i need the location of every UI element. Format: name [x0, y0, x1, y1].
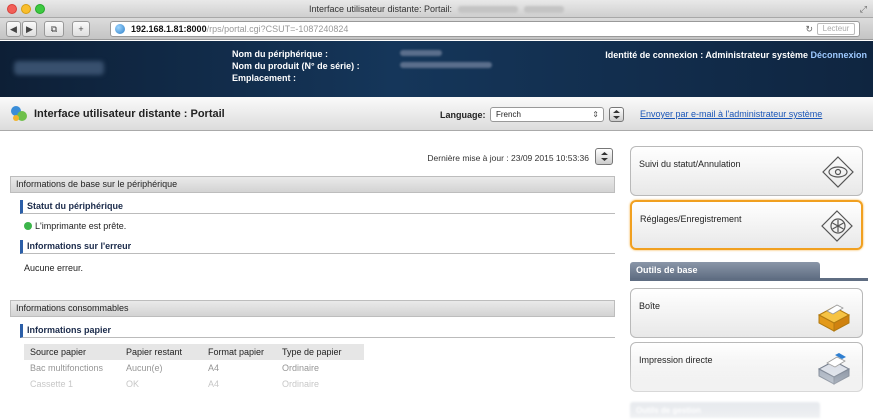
column-header: Source papier	[24, 344, 120, 360]
paper-table: Source papier Papier restant Format papi…	[24, 344, 364, 392]
language-select[interactable]: French ⇕	[490, 107, 604, 122]
table-cell: Ordinaire	[282, 379, 320, 389]
browser-toolbar: ◀ ▶ ⧉ + 192.168.1.81:8000/rps/portal.cgi…	[0, 18, 873, 40]
back-button[interactable]: ◀	[6, 21, 21, 37]
language-label: Language:	[440, 110, 486, 120]
language-value: French	[496, 110, 521, 119]
column-header: Papier restant	[120, 344, 202, 360]
show-all-tabs-icon[interactable]: ⧉	[44, 21, 64, 37]
reload-icon[interactable]: ↻	[805, 22, 813, 36]
table-row: Cassette 1 OK A4 Ordinaire	[24, 376, 364, 392]
mailbox-button[interactable]: Boîte	[630, 288, 863, 338]
device-header: Nom du périphérique : Nom du produit (N°…	[0, 41, 873, 97]
printer-icon	[817, 353, 851, 385]
eye-icon	[822, 156, 854, 188]
basic-info-section-header: Informations de base sur le périphérique	[10, 176, 615, 193]
url-host: 192.168.1.81:8000	[131, 24, 207, 34]
refresh-button[interactable]	[595, 148, 613, 165]
settings-registration-button[interactable]: Réglages/Enregistrement	[630, 200, 863, 250]
address-bar[interactable]: 192.168.1.81:8000/rps/portal.cgi?CSUT=-1…	[110, 21, 860, 37]
basic-tools-divider	[630, 278, 868, 281]
table-cell: Aucun(e)	[126, 363, 163, 373]
mailbox-label: Boîte	[639, 301, 661, 311]
sidebar: Suivi du statut/Annulation Réglages/Enre…	[625, 138, 873, 420]
forward-button[interactable]: ▶	[22, 21, 37, 37]
brand-logo	[14, 61, 104, 75]
device-status: L'imprimante est prête.	[24, 221, 126, 231]
error-text: Aucune erreur.	[24, 263, 84, 273]
settings-icon	[821, 210, 853, 242]
table-cell: A4	[208, 363, 220, 373]
window-titlebar: Interface utilisateur distante: Portail:…	[0, 0, 873, 18]
last-update-row: Dernière mise à jour : 23/09 2015 10:53:…	[315, 148, 615, 166]
device-info-values	[400, 50, 492, 74]
table-cell: OK	[126, 379, 140, 389]
refresh-icon	[613, 110, 620, 119]
location-label: Emplacement :	[232, 73, 297, 83]
settings-registration-label: Réglages/Enregistrement	[640, 214, 742, 224]
page-title: Interface utilisateur distante : Portail	[34, 108, 225, 120]
window-title: Interface utilisateur distante: Portail:	[0, 4, 873, 14]
url-path: /rps/portal.cgi?CSUT=-1087240824	[206, 24, 349, 34]
login-identity: Identité de connexion : Administrateur s…	[605, 50, 808, 60]
device-status-header: Statut du périphérique	[20, 200, 615, 214]
column-header: Type de papier	[276, 344, 364, 360]
basic-tools-header: Outils de base	[630, 262, 820, 279]
chevron-updown-icon: ⇕	[592, 110, 599, 119]
status-cancel-button[interactable]: Suivi du statut/Annulation	[630, 146, 863, 196]
table-cell: Ordinaire	[282, 363, 320, 373]
device-status-text: L'imprimante est prête.	[35, 221, 127, 231]
table-cell: Cassette 1	[30, 379, 74, 389]
portal-bar: Interface utilisateur distante : Portail…	[0, 97, 873, 131]
error-info-header: Informations sur l'erreur	[20, 240, 615, 254]
column-header: Format papier	[202, 344, 276, 360]
device-name-label: Nom du périphérique :	[232, 49, 329, 59]
direct-print-label: Impression directe	[639, 355, 713, 365]
last-update-text: Dernière mise à jour : 23/09 2015 10:53:…	[427, 153, 589, 163]
product-name-label: Nom du produit (N° de série) :	[232, 61, 360, 71]
logout-link[interactable]: Déconnexion	[810, 50, 867, 60]
apply-language-button[interactable]	[609, 107, 624, 122]
management-tools-header: Outils de gestion	[630, 402, 820, 418]
consumables-section-header: Informations consommables	[10, 300, 615, 317]
portal-icon	[11, 106, 27, 121]
device-info-labels: Nom du périphérique : Nom du produit (N°…	[232, 48, 360, 84]
fullscreen-icon[interactable]: ⤢	[860, 4, 867, 15]
add-bookmark-button[interactable]: +	[72, 21, 90, 37]
status-cancel-label: Suivi du statut/Annulation	[639, 159, 741, 169]
paper-info-header: Informations papier	[20, 324, 615, 338]
site-icon	[115, 24, 125, 34]
mailbox-icon	[817, 304, 851, 332]
table-header-row: Source papier Papier restant Format papi…	[24, 344, 364, 360]
table-row: Bac multifonctions Aucun(e) A4 Ordinaire	[24, 360, 364, 376]
status-ok-icon	[24, 222, 32, 230]
login-info: Identité de connexion : Administrateur s…	[605, 50, 867, 60]
reader-button[interactable]: Lecteur	[817, 23, 855, 35]
table-cell: A4	[208, 379, 220, 389]
main-content: Dernière mise à jour : 23/09 2015 10:53:…	[10, 140, 615, 420]
direct-print-button[interactable]: Impression directe	[630, 342, 863, 392]
table-cell: Bac multifonctions	[30, 363, 104, 373]
refresh-icon	[601, 152, 608, 161]
mail-admin-link[interactable]: Envoyer par e-mail à l'administrateur sy…	[640, 109, 822, 119]
